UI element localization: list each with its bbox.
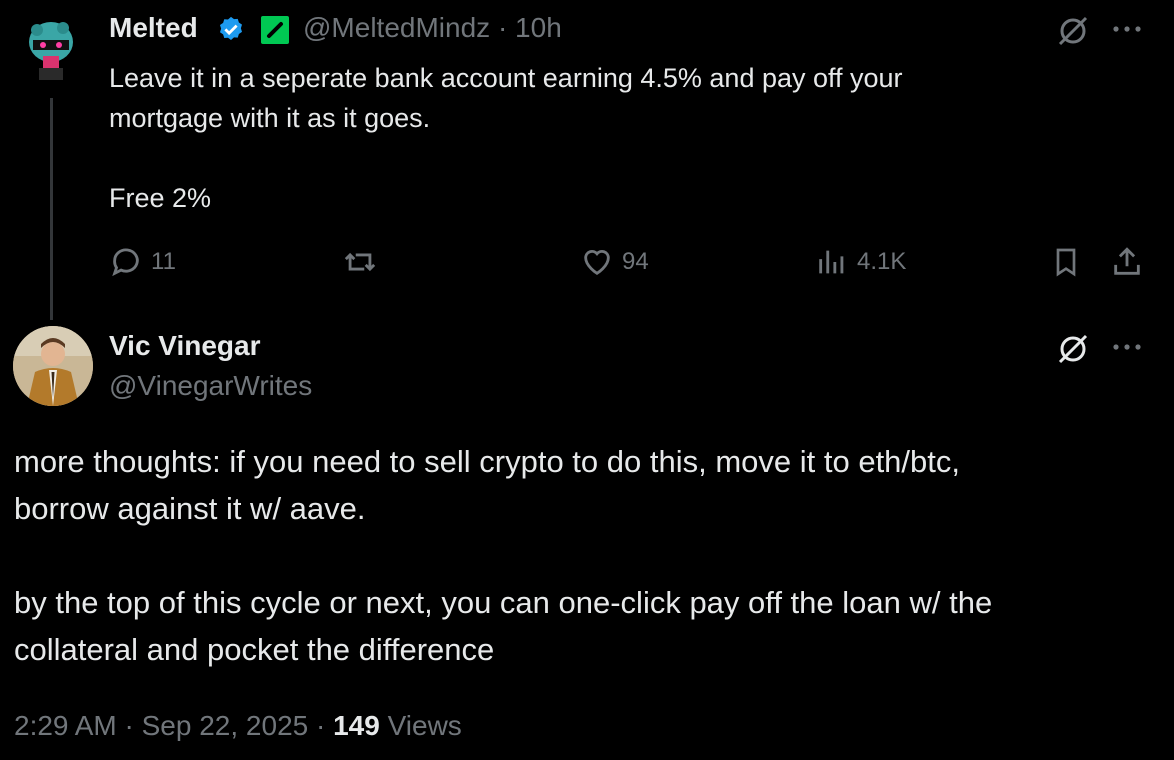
- bookmark-icon[interactable]: [1050, 245, 1082, 284]
- separator-dot: ·: [497, 12, 508, 43]
- grok-icon[interactable]: [1056, 332, 1090, 371]
- like-button[interactable]: 94: [580, 245, 649, 279]
- main-tweet-text: more thoughts: if you need to sell crypt…: [14, 444, 993, 667]
- author-handle[interactable]: @MeltedMindz: [303, 12, 490, 43]
- views-label: Views: [387, 710, 462, 741]
- grok-icon[interactable]: [1056, 14, 1090, 53]
- tweet-footer: 2:29 AM · Sep 22, 2025 · 149 Views: [14, 710, 462, 742]
- more-options-icon[interactable]: [1110, 332, 1144, 367]
- thread-connector-line: [50, 98, 53, 320]
- author-handle[interactable]: @VinegarWrites: [109, 370, 312, 402]
- author-name[interactable]: Melted: [109, 12, 198, 44]
- views-button[interactable]: 4.1K: [815, 245, 906, 279]
- green-lightning-badge-icon: [260, 15, 290, 50]
- heart-icon: [584, 250, 610, 276]
- reply-count: 11: [151, 248, 176, 275]
- avatar-melted[interactable]: [15, 12, 87, 84]
- separator-dot: ·: [316, 710, 326, 741]
- view-count: 4.1K: [857, 248, 907, 275]
- reply-button[interactable]: 11: [109, 245, 176, 279]
- reply-icon: [112, 248, 139, 277]
- share-icon[interactable]: [1110, 245, 1144, 284]
- author-name[interactable]: Vic Vinegar: [109, 330, 261, 362]
- analytics-icon: [819, 250, 844, 274]
- more-options-icon[interactable]: [1110, 14, 1144, 49]
- repost-button[interactable]: [342, 245, 378, 279]
- views-count: 149: [333, 710, 380, 741]
- separator-dot: ·: [124, 710, 134, 741]
- verified-badge-icon: [216, 15, 246, 50]
- post-date[interactable]: Sep 22, 2025: [142, 710, 309, 741]
- repost-icon: [344, 252, 376, 272]
- post-time[interactable]: 2:29 AM: [14, 710, 117, 741]
- reply-tweet-text: Leave it in a seperate bank account earn…: [109, 63, 903, 213]
- avatar-vic-vinegar[interactable]: [13, 326, 93, 406]
- post-time[interactable]: 10h: [515, 12, 562, 43]
- like-count: 94: [622, 248, 649, 275]
